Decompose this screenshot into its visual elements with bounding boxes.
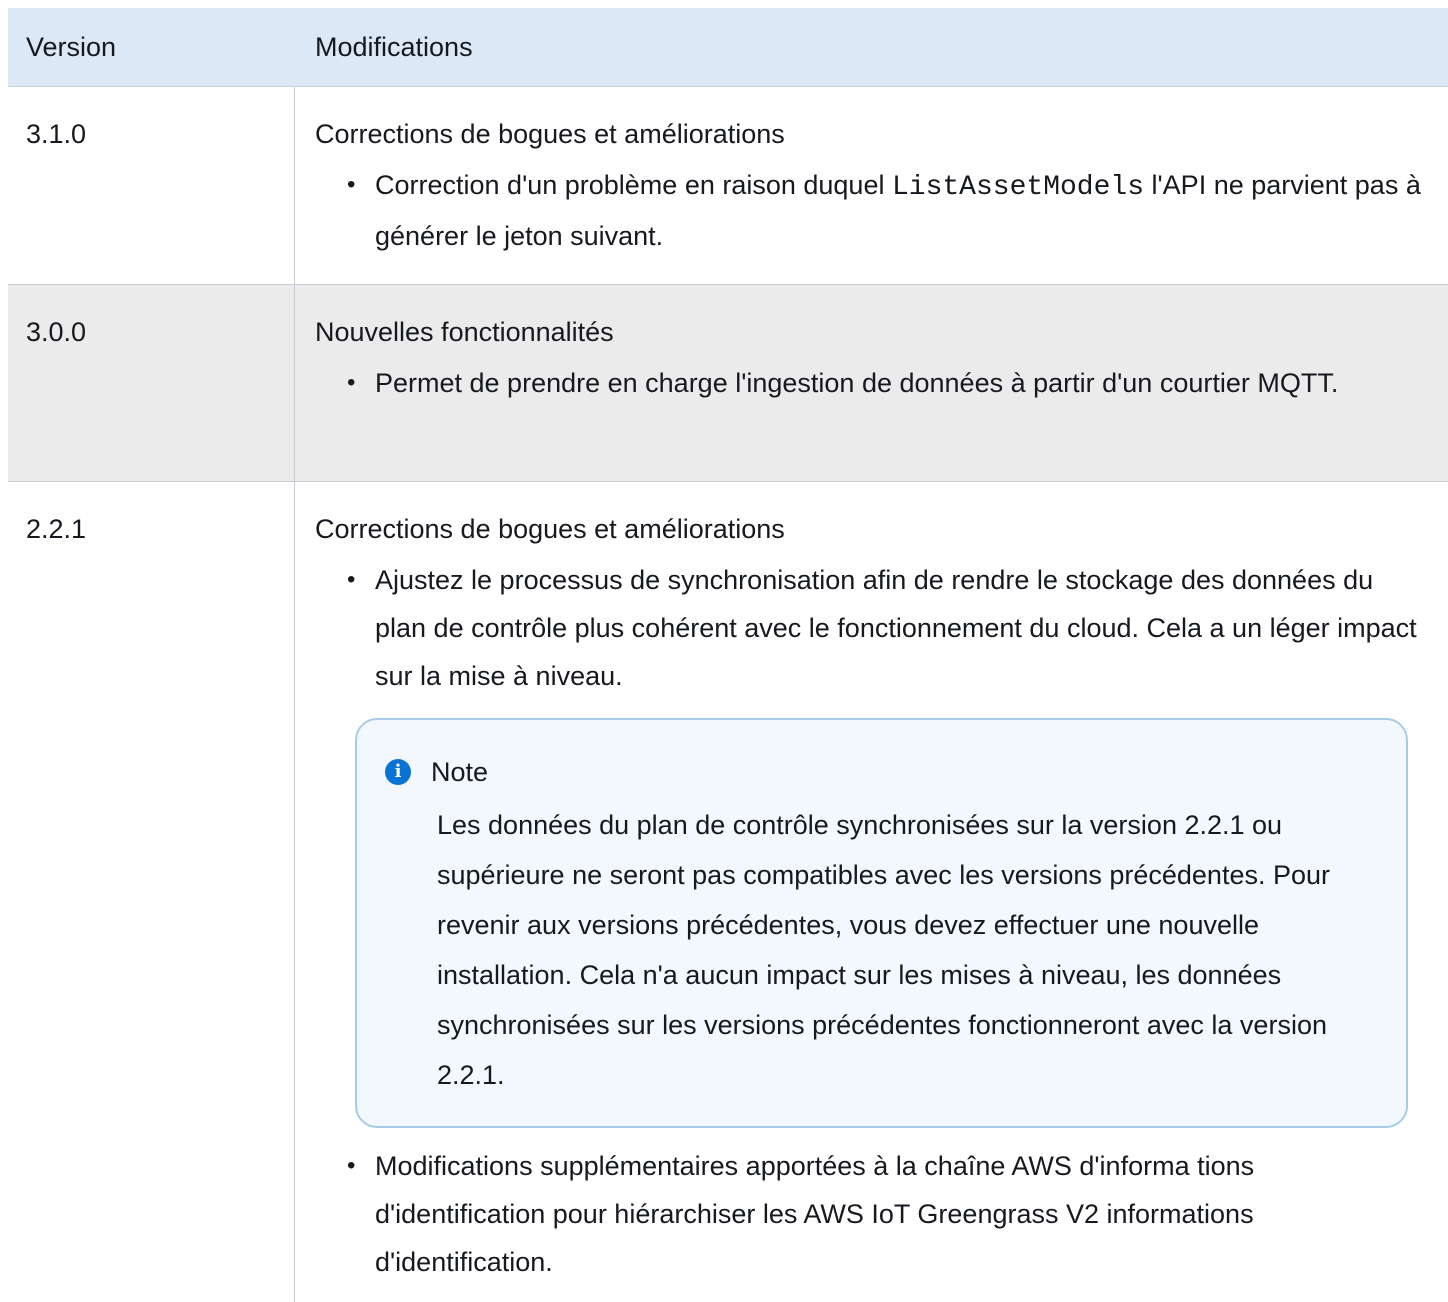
list-item: Permet de prendre en charge l'ingestion … [347,359,1448,407]
info-icon: i [385,759,411,785]
table-row: 3.0.0 Nouvelles fonctionnalités Permet d… [8,285,1448,482]
note-callout: i Note Les données du plan de contrôle s… [355,718,1408,1128]
item-text: Correction d'un problème en raison duque… [375,170,892,200]
version-cell: 3.0.0 [8,285,295,481]
table-row: 2.2.1 Corrections de bogues et améliorat… [8,482,1448,1302]
version-history-table: Version Modifications 3.1.0 Corrections … [8,8,1448,1302]
section-title: Corrections de bogues et améliorations [315,119,785,149]
note-title: Note [431,757,489,787]
change-list: Permet de prendre en charge l'ingestion … [315,359,1448,407]
list-item: Modifications supplémentaires apportées … [347,1142,1448,1286]
table-row: 3.1.0 Corrections de bogues et améliorat… [8,87,1448,285]
section-title: Nouvelles fonctionnalités [315,317,614,347]
header-modifications: Modifications [315,32,473,62]
list-item: Correction d'un problème en raison duque… [347,161,1448,260]
version-cell: 3.1.0 [8,87,295,284]
section-title: Corrections de bogues et améliorations [315,514,785,544]
modifications-cell: Corrections de bogues et améliorations A… [295,482,1448,1302]
modifications-cell: Nouvelles fonctionnalités Permet de pren… [295,285,1448,481]
version-cell: 2.2.1 [8,482,295,1302]
table-header: Version Modifications [8,8,1448,87]
header-version: Version [26,32,117,62]
list-item: Ajustez le processus de synchronisation … [347,556,1448,1128]
note-header: i Note [385,750,1380,794]
change-list: Correction d'un problème en raison duque… [315,161,1448,260]
api-name-code: ListAssetModels [891,172,1145,203]
item-text: Ajustez le processus de synchronisation … [375,565,1417,691]
change-list: Ajustez le processus de synchronisation … [315,556,1448,1286]
modifications-cell: Corrections de bogues et améliorations C… [295,87,1448,284]
note-body: Les données du plan de contrôle synchron… [437,810,1330,1090]
